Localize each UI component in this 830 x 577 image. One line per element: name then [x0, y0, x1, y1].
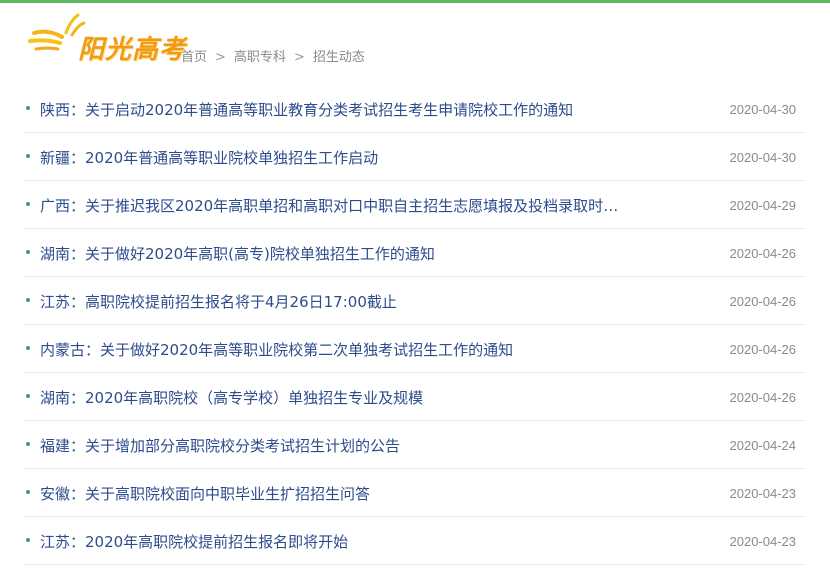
- bullet-icon: [26, 538, 30, 542]
- bullet-icon: [26, 250, 30, 254]
- bullet-icon: [26, 298, 30, 302]
- news-item: 广西：关于推迟我区2020年高职单招和高职对口中职自主招生志愿填报及投档录取时间…: [25, 181, 805, 229]
- news-date: 2020-04-26: [729, 246, 797, 261]
- bullet-icon: [26, 490, 30, 494]
- breadcrumb-home[interactable]: 首页: [181, 50, 207, 65]
- breadcrumb-current: 招生动态: [312, 50, 365, 65]
- news-date: 2020-04-23: [729, 534, 797, 549]
- logo-text: 阳光高考: [78, 35, 187, 65]
- news-title-link[interactable]: 福建：关于增加部分高职院校分类考试招生计划的公告: [40, 435, 630, 456]
- news-title-link[interactable]: 内蒙古：关于做好2020年高等职业院校第二次单独考试招生工作的通知: [40, 339, 630, 360]
- news-title-link[interactable]: 陕西：关于启动2020年普通高等职业教育分类考试招生考生申请院校工作的通知: [40, 99, 630, 120]
- news-item: 福建：关于增加部分高职院校分类考试招生计划的公告 2020-04-24: [25, 421, 805, 469]
- bullet-icon: [26, 202, 30, 206]
- news-title-link[interactable]: 新疆：2020年普通高等职业院校单独招生工作启动: [40, 147, 630, 168]
- news-title-link[interactable]: 湖南：2020年高职院校（高专学校）单独招生专业及规模: [40, 387, 630, 408]
- news-date: 2020-04-29: [729, 198, 797, 213]
- news-item: 江苏：高职院校提前招生报名将于4月26日17:00截止 2020-04-26: [25, 277, 805, 325]
- news-date: 2020-04-26: [729, 390, 797, 405]
- news-item: 安徽：关于高职院校面向中职毕业生扩招招生问答 2020-04-23: [25, 469, 805, 517]
- news-title-link[interactable]: 江苏：高职院校提前招生报名将于4月26日17:00截止: [40, 291, 630, 312]
- bullet-icon: [26, 106, 30, 110]
- news-title-link[interactable]: 安徽：关于高职院校面向中职毕业生扩招招生问答: [40, 483, 630, 504]
- sun-rays-icon: [28, 13, 86, 51]
- news-item: 湖南：2020年高职院校（高专学校）单独招生专业及规模 2020-04-26: [25, 373, 805, 421]
- news-date: 2020-04-30: [729, 102, 797, 117]
- news-title-link[interactable]: 江苏：2020年高职院校提前招生报名即将开始: [40, 531, 630, 552]
- breadcrumb: 首页 > 高职专科 > 招生动态: [181, 46, 365, 65]
- bullet-icon: [26, 154, 30, 158]
- page-header: 阳光高考 首页 > 高职专科 > 招生动态: [0, 3, 830, 85]
- news-item: 湖南：关于做好2020年高职(高专)院校单独招生工作的通知 2020-04-26: [25, 229, 805, 277]
- bullet-icon: [26, 346, 30, 350]
- news-item: 内蒙古：关于做好2020年高等职业院校第二次单独考试招生工作的通知 2020-04…: [25, 325, 805, 373]
- news-date: 2020-04-24: [729, 438, 797, 453]
- news-item: 新疆：2020年普通高等职业院校单独招生工作启动 2020-04-30: [25, 133, 805, 181]
- breadcrumb-separator: >: [215, 50, 226, 65]
- news-title-link[interactable]: 湖南：关于做好2020年高职(高专)院校单独招生工作的通知: [40, 243, 630, 264]
- news-date: 2020-04-26: [729, 342, 797, 357]
- news-date: 2020-04-30: [729, 150, 797, 165]
- news-item: 江苏：2020年高职院校提前招生报名即将开始 2020-04-23: [25, 517, 805, 565]
- news-date: 2020-04-26: [729, 294, 797, 309]
- news-list: 陕西：关于启动2020年普通高等职业教育分类考试招生考生申请院校工作的通知 202…: [25, 85, 805, 565]
- breadcrumb-vocational[interactable]: 高职专科: [234, 50, 286, 65]
- bullet-icon: [26, 394, 30, 398]
- breadcrumb-separator: >: [293, 50, 305, 65]
- site-logo[interactable]: 阳光高考: [26, 11, 185, 67]
- bullet-icon: [26, 442, 30, 446]
- news-item: 陕西：关于启动2020年普通高等职业教育分类考试招生考生申请院校工作的通知 202…: [25, 85, 805, 133]
- news-title-link[interactable]: 广西：关于推迟我区2020年高职单招和高职对口中职自主招生志愿填报及投档录取时间…: [40, 195, 630, 216]
- news-date: 2020-04-23: [729, 486, 797, 501]
